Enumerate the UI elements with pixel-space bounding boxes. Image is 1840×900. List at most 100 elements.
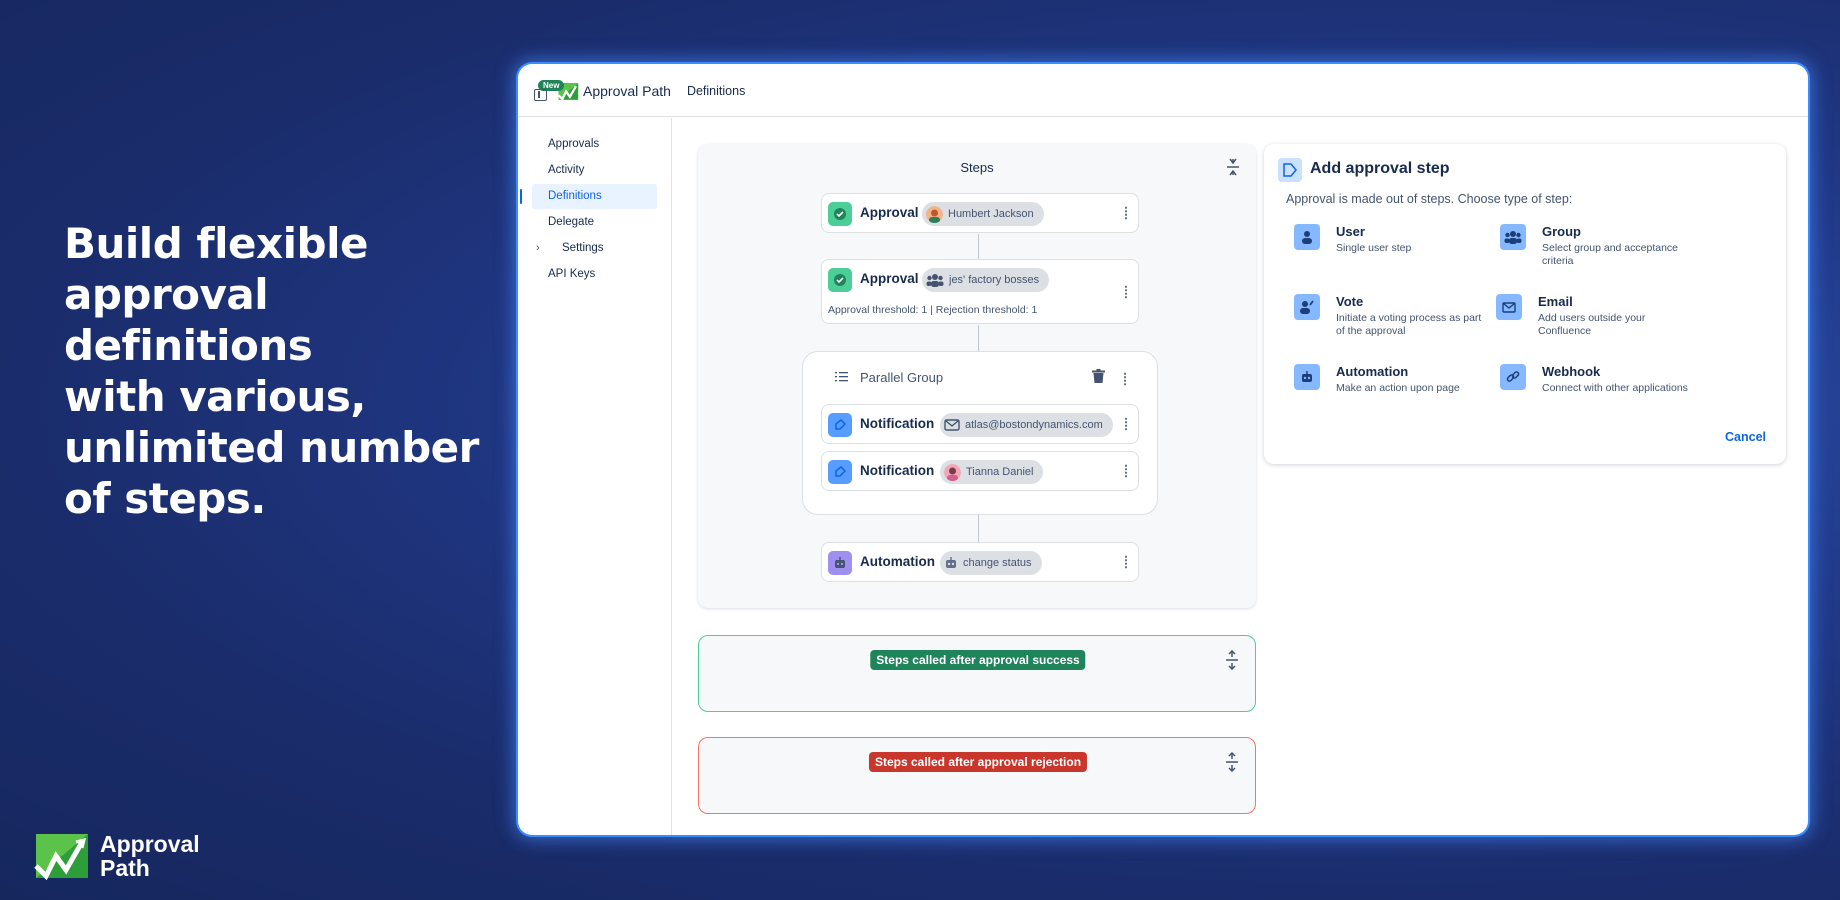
link-icon <box>1500 364 1526 390</box>
cancel-button[interactable]: Cancel <box>1725 430 1766 444</box>
step-type-label: Approval <box>860 205 919 220</box>
drag-handle-icon[interactable] <box>1124 206 1128 220</box>
assignee-name: Tianna Daniel <box>966 466 1034 478</box>
hero-line: of steps. <box>64 474 266 523</box>
step-type-label: Automation <box>860 554 935 569</box>
add-step-title: Add approval step <box>1310 160 1450 177</box>
sidebar-toggle-icon[interactable] <box>534 89 547 101</box>
assignee-chip[interactable]: jes' factory bosses <box>922 268 1050 292</box>
steps-title: Steps <box>960 160 994 175</box>
robot-icon <box>1294 364 1320 390</box>
add-step-description: Approval is made out of steps. Choose ty… <box>1286 192 1573 206</box>
step-type-name: Vote <box>1336 294 1364 309</box>
sidebar-item-api-keys[interactable]: API Keys <box>532 262 657 287</box>
step-type-desc: Connect with other applications <box>1542 382 1688 394</box>
step-type-name: Email <box>1538 294 1573 309</box>
connector-line <box>978 234 979 259</box>
avatar <box>926 205 943 223</box>
sidebar: Approvals Activity Definitions Delegate … <box>518 118 672 835</box>
sidebar-item-approvals[interactable]: Approvals <box>532 132 657 157</box>
steps-panel: Steps Approval Humbert Jackson Approval … <box>698 144 1256 608</box>
after-rejection-section[interactable]: Steps called after approval rejection <box>698 737 1256 814</box>
add-step-panel: Add approval step Approval is made out o… <box>1264 144 1786 464</box>
hero-headline: Build flexible approval definitions with… <box>64 218 484 524</box>
step-type-label: Notification <box>860 416 935 431</box>
sidebar-item-definitions[interactable]: Definitions <box>520 184 657 209</box>
step-type-desc: Initiate a voting process as part of the… <box>1336 312 1482 337</box>
sidebar-item-label: API Keys <box>548 268 596 280</box>
step-card-approval[interactable]: Approval Humbert Jackson <box>821 193 1139 233</box>
step-type-vote[interactable]: Vote Initiate a voting process as part o… <box>1294 294 1494 344</box>
sidebar-item-label: Settings <box>562 242 604 254</box>
sidebar-item-label: Approvals <box>548 138 600 150</box>
step-card-notification[interactable]: Notification Tianna Daniel <box>821 451 1139 491</box>
assignee-name: jes' factory bosses <box>949 274 1040 286</box>
collapse-icon[interactable] <box>1226 158 1240 176</box>
expand-icon[interactable] <box>1225 752 1239 772</box>
breadcrumb[interactable]: Definitions <box>687 84 745 98</box>
step-card-notification[interactable]: Notification atlas@bostondynamics.com <box>821 404 1139 444</box>
step-type-name: Automation <box>1336 364 1409 379</box>
robot-icon <box>946 557 956 568</box>
notification-icon <box>828 413 852 437</box>
step-type-name: Group <box>1542 224 1581 239</box>
hero-line: with various, <box>64 372 366 421</box>
connector-line <box>978 325 979 351</box>
sidebar-item-delegate[interactable]: Delegate <box>532 210 657 235</box>
avatar <box>944 463 961 481</box>
step-tag-icon <box>1278 158 1302 182</box>
trash-icon[interactable] <box>1092 369 1105 383</box>
approval-check-icon <box>828 268 852 292</box>
step-type-desc: Single user step <box>1336 242 1412 254</box>
step-type-group[interactable]: Group Select group and acceptance criter… <box>1500 224 1700 274</box>
sidebar-item-label: Delegate <box>548 216 595 228</box>
step-card-approval-group[interactable]: Approval jes' factory bosses Approval th… <box>821 259 1139 324</box>
approval-check-icon <box>828 202 852 226</box>
drag-handle-icon[interactable] <box>1124 285 1128 299</box>
sidebar-item-label: Definitions <box>548 190 602 202</box>
assignee-chip[interactable]: Tianna Daniel <box>940 460 1044 484</box>
assignee-chip[interactable]: Humbert Jackson <box>922 202 1044 226</box>
after-success-section[interactable]: Steps called after approval success <box>698 635 1256 712</box>
step-type-webhook[interactable]: Webhook Connect with other applications <box>1500 364 1700 414</box>
top-bar: New Approval Path Definitions <box>518 64 1808 117</box>
drag-handle-icon[interactable] <box>1124 555 1128 569</box>
email-icon <box>1496 294 1522 320</box>
hero-line: approval definitions <box>64 270 313 370</box>
parallel-group: Parallel Group Notification atlas@boston… <box>802 351 1158 515</box>
app-window: New Approval Path Definitions Approvals … <box>518 64 1808 835</box>
step-type-user[interactable]: User Single user step <box>1294 224 1494 274</box>
sidebar-item-label: Activity <box>548 164 585 176</box>
drag-handle-icon[interactable] <box>1123 372 1127 386</box>
drag-handle-icon[interactable] <box>1124 417 1128 431</box>
assignee-name: atlas@bostondynamics.com <box>965 419 1103 431</box>
hero-line: Build flexible <box>64 219 368 268</box>
group-icon <box>926 274 944 287</box>
drag-handle-icon[interactable] <box>1124 464 1128 478</box>
app-title[interactable]: Approval Path <box>583 83 671 99</box>
parallel-group-title: Parallel Group <box>860 370 944 385</box>
brand-name-line: Approval <box>100 831 200 857</box>
success-label: Steps called after approval success <box>870 650 1086 670</box>
sidebar-item-settings[interactable]: › Settings <box>532 236 657 261</box>
rejection-label: Steps called after approval rejection <box>868 752 1088 772</box>
action-chip[interactable]: change status <box>940 551 1042 575</box>
hero-line: unlimited number <box>64 423 479 472</box>
notification-icon <box>828 460 852 484</box>
step-type-desc: Add users outside your Confluence <box>1538 312 1646 337</box>
vote-icon <box>1294 294 1320 320</box>
robot-icon <box>828 551 852 575</box>
assignee-chip[interactable]: atlas@bostondynamics.com <box>940 413 1113 437</box>
action-name: change status <box>963 557 1032 569</box>
step-type-automation[interactable]: Automation Make an action upon page <box>1294 364 1494 414</box>
brand-name-line: Path <box>100 855 150 881</box>
threshold-text: Approval threshold: 1 | Rejection thresh… <box>828 304 1038 316</box>
list-icon <box>835 372 848 382</box>
sidebar-item-activity[interactable]: Activity <box>532 158 657 183</box>
approval-path-logo-icon <box>34 834 88 880</box>
step-card-automation[interactable]: Automation change status <box>821 542 1139 582</box>
expand-icon[interactable] <box>1225 650 1239 670</box>
step-type-email[interactable]: Email Add users outside your Confluence <box>1496 294 1696 344</box>
step-type-name: Webhook <box>1542 364 1601 379</box>
step-type-name: User <box>1336 224 1365 239</box>
